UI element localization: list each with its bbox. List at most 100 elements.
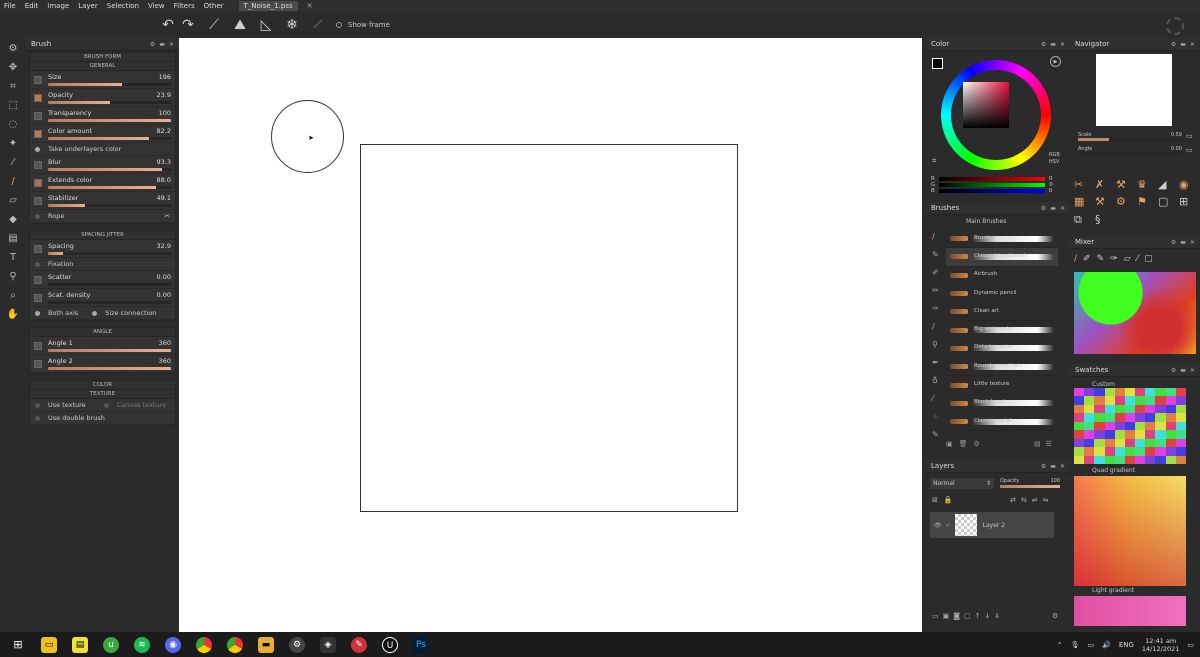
swatch[interactable]: [1094, 421, 1105, 431]
swatch[interactable]: [1135, 430, 1146, 439]
swatch[interactable]: [1074, 455, 1085, 464]
move-down-icon[interactable]: ↓: [985, 612, 991, 620]
visibility-icon[interactable]: 👁: [934, 522, 942, 529]
swatch[interactable]: [1175, 388, 1186, 397]
settings-gear-icon[interactable]: [1166, 17, 1184, 35]
swatch[interactable]: [1094, 396, 1105, 405]
opacity-slider[interactable]: Opacity 23.9: [30, 89, 175, 107]
checkbox-icon[interactable]: [34, 275, 42, 284]
swatch[interactable]: [1155, 396, 1166, 405]
swatch[interactable]: [1155, 404, 1166, 414]
color-header[interactable]: COLOR: [30, 381, 175, 390]
crop-tool-icon[interactable]: ⌗: [5, 79, 21, 95]
menu-selection[interactable]: Selection: [107, 2, 139, 10]
swatch[interactable]: [1165, 430, 1176, 439]
show-frame-radio[interactable]: Show frame: [336, 21, 390, 29]
marker-category-icon[interactable]: ✏: [932, 286, 942, 296]
gear-icon[interactable]: ⚙: [1041, 205, 1046, 212]
swatch[interactable]: [1145, 388, 1156, 397]
extends-color-slider[interactable]: Extends color 88.0: [30, 174, 175, 192]
chrome-icon[interactable]: [196, 636, 212, 653]
blender-category-icon[interactable]: ✒: [932, 358, 942, 368]
radio-icon[interactable]: [92, 310, 98, 316]
close-icon[interactable]: ✕: [1060, 463, 1065, 470]
swatch[interactable]: [1175, 447, 1186, 456]
tools-icon[interactable]: ✂: [165, 212, 170, 220]
brush-item[interactable]: Dynamic pencil: [946, 285, 1058, 304]
scat-density-slider[interactable]: Scat. density 0.00: [30, 289, 175, 307]
brush-item[interactable]: Brush: [946, 230, 1058, 249]
knife-category-icon[interactable]: /: [932, 322, 942, 332]
swatch[interactable]: [1124, 396, 1136, 405]
brush-tool-icon[interactable]: ⟋: [206, 17, 222, 33]
swatch[interactable]: [1155, 438, 1166, 448]
bottle-category-icon[interactable]: ♁: [932, 376, 942, 386]
check-icon[interactable]: ✓: [946, 522, 951, 529]
upwork-icon[interactable]: u: [103, 636, 119, 653]
mixer-smudge-icon[interactable]: ✎: [1097, 254, 1105, 264]
radio-icon[interactable]: [35, 310, 40, 316]
pick-icon[interactable]: ⚑: [1137, 195, 1155, 209]
sticky-notes-icon[interactable]: ▤: [72, 636, 88, 653]
brush-tool2-icon[interactable]: ⚒: [1116, 178, 1134, 192]
swatch[interactable]: [1175, 404, 1186, 414]
minimize-icon[interactable]: ▬: [1180, 367, 1186, 374]
notification-icon[interactable]: ▭: [1187, 641, 1194, 649]
layer-opacity-slider[interactable]: Opacity 100: [1000, 478, 1060, 489]
blend-mode-select[interactable]: Normal ⇕: [930, 478, 994, 489]
redo-icon[interactable]: ↷: [180, 17, 196, 33]
magic-wand-icon[interactable]: ✦: [5, 136, 21, 152]
new-layer-icon[interactable]: ▭: [932, 612, 939, 620]
lock-alpha-icon[interactable]: ⊠: [932, 496, 938, 504]
swatch[interactable]: [1074, 404, 1085, 414]
swatch[interactable]: [1114, 430, 1125, 439]
color-amount-slider[interactable]: Color amount 82.2: [30, 125, 175, 143]
file-explorer-icon[interactable]: ▭: [41, 636, 57, 653]
checkbox-icon[interactable]: [34, 293, 42, 302]
minimize-icon[interactable]: ▬: [1050, 41, 1056, 48]
swatch[interactable]: [1175, 413, 1186, 422]
chevron-up-icon[interactable]: ⌃: [1057, 641, 1063, 649]
layers-tool-icon[interactable]: ⧉: [1074, 213, 1092, 228]
swatch[interactable]: [1104, 413, 1115, 422]
spacing-jitter-header[interactable]: SPACING JITTER: [30, 231, 175, 240]
swatch[interactable]: [1165, 455, 1176, 464]
lock-icon[interactable]: 🔒: [944, 496, 953, 504]
merge-down-icon[interactable]: ⇓: [994, 612, 1000, 620]
swatch[interactable]: [1084, 396, 1095, 405]
swatch[interactable]: [1074, 396, 1085, 405]
panel-gear-icon[interactable]: ⚙: [5, 41, 21, 57]
swatch[interactable]: [1175, 421, 1186, 431]
document-tab[interactable]: T_Noise_1.pss: [238, 1, 298, 11]
minimize-icon[interactable]: ▬: [159, 41, 165, 48]
swatch[interactable]: [1165, 438, 1176, 448]
undo-icon[interactable]: ↶: [160, 17, 176, 33]
pen-icon[interactable]: [34, 178, 42, 187]
swatch[interactable]: [1135, 413, 1146, 422]
menu-image[interactable]: Image: [47, 2, 69, 10]
swatch[interactable]: [1155, 413, 1166, 422]
airbrush-category-icon[interactable]: ✐: [932, 268, 942, 278]
swatch-grid[interactable]: [1074, 388, 1186, 464]
folder-icon[interactable]: ▬: [258, 636, 274, 653]
primary-color-swatch[interactable]: [932, 58, 943, 69]
mountain-icon[interactable]: ⛰: [232, 17, 248, 33]
pressure-icon[interactable]: [34, 93, 42, 102]
rope-option[interactable]: Rope ✂: [30, 210, 175, 223]
eyedropper-icon[interactable]: ⁄: [5, 155, 21, 171]
swatch[interactable]: [1124, 438, 1136, 448]
pen-category-icon[interactable]: ✎: [932, 430, 942, 440]
target-icon[interactable]: ◉: [1179, 178, 1197, 192]
swatch[interactable]: [1074, 447, 1085, 456]
move-tool-icon[interactable]: ✥: [5, 60, 21, 76]
lasso-icon[interactable]: ◌: [5, 117, 21, 133]
light-gradient[interactable]: [1074, 596, 1186, 626]
swatch[interactable]: [1175, 455, 1186, 464]
quad-gradient[interactable]: [1074, 476, 1186, 586]
menu-other[interactable]: Other: [204, 2, 224, 10]
swatch[interactable]: [1104, 447, 1115, 456]
brush-form-header[interactable]: BRUSH FORM: [30, 53, 175, 62]
brush-item[interactable]: Block brush: [946, 395, 1058, 413]
close-icon[interactable]: ✕: [1190, 41, 1195, 48]
minimize-icon[interactable]: ▬: [1180, 239, 1186, 246]
